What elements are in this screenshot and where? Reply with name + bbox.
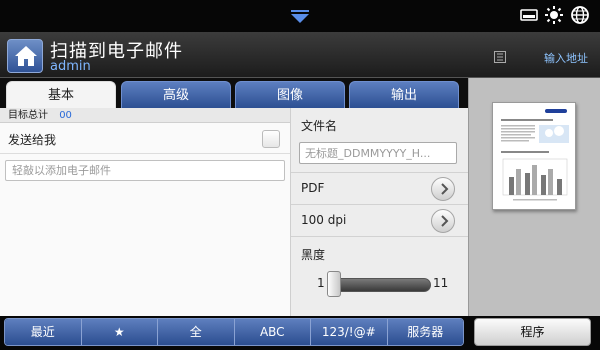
send-to-me-checkbox[interactable] bbox=[262, 130, 280, 148]
home-icon bbox=[15, 46, 37, 66]
document-preview-image bbox=[501, 109, 569, 201]
recipient-total: 目标总计 00 bbox=[0, 108, 290, 123]
recipient-section: 目标总计 00 发送给我 轻敲以添加电子邮件 bbox=[0, 108, 290, 316]
home-button[interactable] bbox=[7, 39, 43, 73]
user-name: admin bbox=[50, 59, 91, 74]
darkness-slider-track[interactable] bbox=[329, 278, 431, 292]
address-filter-bar: 最近 ★ 全 ABC 123/!@# 服务器 bbox=[4, 318, 464, 346]
favorites-star-button[interactable]: ★ bbox=[81, 319, 158, 345]
file-options-section: 文件名 无标题_DDMMYYYY_H... PDF 100 dpi 黑度 1 1… bbox=[290, 108, 469, 316]
chevron-right-icon[interactable] bbox=[431, 177, 455, 201]
status-bar bbox=[0, 0, 600, 32]
darkness-min-label: 1 bbox=[317, 276, 325, 290]
program-button[interactable]: 程序 bbox=[474, 318, 591, 346]
chevron-right-icon[interactable] bbox=[431, 209, 455, 233]
symbols-button[interactable]: 123/!@# bbox=[311, 319, 388, 345]
send-to-me-row[interactable]: 发送给我 bbox=[0, 124, 290, 154]
tab-advanced[interactable]: 高级 bbox=[121, 81, 231, 108]
header: 扫描到电子邮件 admin 输入地址 bbox=[0, 32, 600, 78]
darkness-max-label: 11 bbox=[433, 276, 449, 290]
send-to-me-label: 发送给我 bbox=[8, 133, 57, 147]
recipient-total-count: 00 bbox=[59, 110, 72, 121]
settings-panel: 基本 高级 图像 输出 目标总计 00 发送给我 轻敲以添加电子邮件 文件名 无… bbox=[0, 78, 469, 316]
resolution-value: 100 dpi bbox=[301, 213, 347, 227]
toner-status-icon[interactable] bbox=[520, 8, 538, 22]
document-preview-thumbnail[interactable] bbox=[492, 102, 576, 210]
preview-panel bbox=[468, 78, 600, 316]
filename-label: 文件名 bbox=[301, 119, 338, 133]
tab-output[interactable]: 输出 bbox=[349, 81, 459, 108]
tab-image[interactable]: 图像 bbox=[235, 81, 345, 108]
all-button[interactable]: 全 bbox=[158, 319, 235, 345]
bottom-bar: 最近 ★ 全 ABC 123/!@# 服务器 程序 bbox=[0, 316, 600, 350]
input-address-link[interactable]: 输入地址 bbox=[544, 50, 588, 66]
address-book-icon[interactable] bbox=[494, 48, 506, 67]
pull-down-handle-icon[interactable] bbox=[288, 8, 312, 26]
email-input[interactable]: 轻敲以添加电子邮件 bbox=[5, 160, 285, 181]
server-button[interactable]: 服务器 bbox=[387, 319, 463, 345]
darkness-slider-thumb[interactable] bbox=[327, 271, 341, 297]
recent-button[interactable]: 最近 bbox=[5, 319, 82, 345]
globe-icon[interactable] bbox=[570, 5, 590, 25]
file-format-option[interactable]: PDF bbox=[291, 172, 469, 204]
recipient-total-label: 目标总计 bbox=[8, 110, 48, 121]
brightness-icon[interactable] bbox=[544, 5, 564, 25]
darkness-label: 黑度 bbox=[301, 248, 326, 262]
filename-input[interactable]: 无标题_DDMMYYYY_H... bbox=[299, 142, 457, 164]
resolution-option[interactable]: 100 dpi bbox=[291, 204, 469, 236]
tab-basic[interactable]: 基本 bbox=[6, 81, 116, 108]
abc-button[interactable]: ABC bbox=[234, 319, 311, 345]
file-format-value: PDF bbox=[301, 181, 325, 195]
